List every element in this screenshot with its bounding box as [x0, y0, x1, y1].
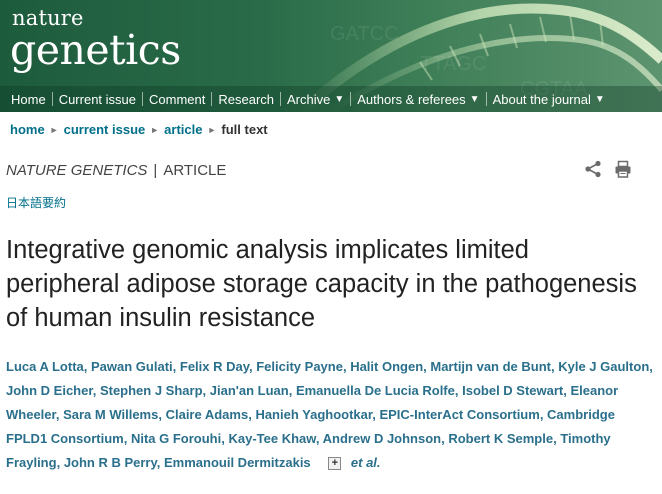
article-type: ARTICLE — [163, 162, 227, 179]
article-tools — [584, 160, 632, 178]
author-link[interactable]: Kyle J Gaulton — [558, 359, 649, 374]
svg-text:GATCC: GATCC — [330, 23, 399, 45]
chevron-down-icon: ▼ — [594, 93, 605, 105]
author-link[interactable]: Jian'an Luan — [210, 383, 289, 398]
main-nav: Home Current issue Comment Research Arch… — [0, 86, 662, 112]
author-link[interactable]: Kay-Tee Khaw — [228, 431, 315, 446]
article-type-line: NATURE GENETICS | ARTICLE — [6, 162, 226, 179]
chevron-down-icon: ▼ — [469, 93, 480, 105]
svg-text:TTAGC: TTAGC — [420, 53, 486, 75]
breadcrumb-arrow-icon: ► — [150, 124, 160, 135]
breadcrumb-arrow-icon: ► — [49, 124, 59, 135]
nav-research[interactable]: Research — [212, 92, 280, 107]
breadcrumb-full-text: full text — [221, 122, 268, 137]
author-link[interactable]: Emanuella De Lucia Rolfe — [296, 383, 455, 398]
breadcrumb-article[interactable]: article — [164, 122, 202, 137]
print-icon[interactable] — [614, 160, 632, 178]
author-link[interactable]: Nita G Forouhi — [131, 431, 221, 446]
author-link[interactable]: Andrew D Johnson — [323, 431, 441, 446]
author-list: Luca A Lotta, Pawan Gulati, Felix R Day,… — [6, 359, 653, 471]
author-link[interactable]: Emmanouil Dermitzakis — [164, 455, 311, 470]
breadcrumb-home[interactable]: home — [10, 122, 45, 137]
author-link[interactable]: Pawan Gulati — [91, 359, 173, 374]
author-link[interactable]: Felicity Payne — [256, 359, 343, 374]
japanese-summary-link[interactable]: 日本語要約 — [6, 194, 66, 211]
author-link[interactable]: John D Eicher — [6, 383, 93, 398]
journal-name: NATURE GENETICS — [6, 162, 148, 179]
nav-comment[interactable]: Comment — [143, 92, 211, 107]
breadcrumb: home ► current issue ► article ► full te… — [10, 122, 268, 137]
et-al-link[interactable]: et al. — [351, 455, 381, 470]
logo-genetics[interactable]: genetics — [10, 26, 181, 74]
chevron-down-icon: ▼ — [334, 93, 345, 105]
nav-authors-referees[interactable]: Authors & referees ▼ — [351, 92, 485, 107]
author-link[interactable]: John R B Perry — [64, 455, 157, 470]
nav-about-journal[interactable]: About the journal ▼ — [487, 92, 611, 107]
author-link[interactable]: Robert K Semple — [448, 431, 553, 446]
author-link[interactable]: Luca A Lotta — [6, 359, 84, 374]
masthead: GATCC TTAGC CGTAA nature genetics Home C… — [0, 0, 662, 112]
author-link[interactable]: Felix R Day — [180, 359, 249, 374]
article-title: Integrative genomic analysis implicates … — [6, 236, 637, 332]
nav-current-issue[interactable]: Current issue — [53, 92, 142, 107]
nav-archive[interactable]: Archive ▼ — [281, 92, 350, 107]
author-link[interactable]: Isobel D Stewart — [462, 383, 563, 398]
author-link[interactable]: Hanieh Yaghootkar — [255, 407, 372, 422]
separator: | — [153, 162, 158, 179]
breadcrumb-arrow-icon: ► — [207, 124, 217, 135]
breadcrumb-current-issue[interactable]: current issue — [64, 122, 146, 137]
author-link[interactable]: Claire Adams — [166, 407, 249, 422]
author-link[interactable]: Stephen J Sharp — [100, 383, 203, 398]
nav-home[interactable]: Home — [5, 92, 52, 107]
author-link[interactable]: Sara M Willems — [63, 407, 158, 422]
expand-authors-button[interactable]: + — [328, 457, 342, 471]
author-link[interactable]: Halit Ongen — [350, 359, 423, 374]
author-link[interactable]: Martijn van de Bunt — [430, 359, 551, 374]
author-link[interactable]: EPIC-InterAct Consortium — [379, 407, 539, 422]
share-icon[interactable] — [584, 160, 602, 178]
